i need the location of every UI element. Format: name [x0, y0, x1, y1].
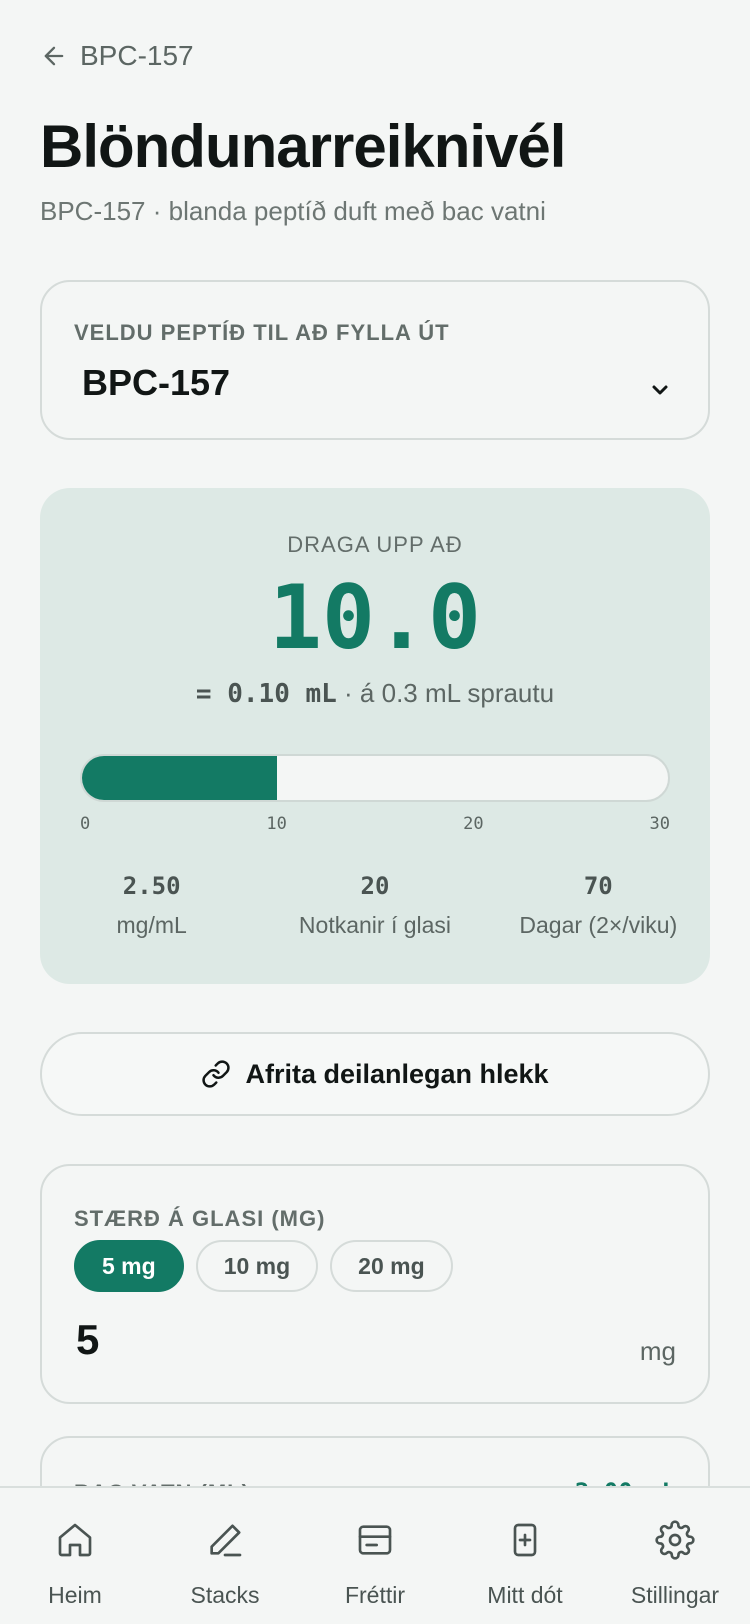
link-icon	[202, 1060, 231, 1088]
syringe-ticks: 0 10 20 30	[80, 814, 670, 838]
copy-share-link-button[interactable]: Afrita deilanlegan hlekk	[40, 1032, 710, 1116]
page-title: Blöndunarreiknivél	[40, 113, 566, 180]
stat-value: 2.50	[122, 872, 181, 900]
syringe-fill	[82, 756, 278, 800]
bottom-tab-bar: Heim Stacks Fréttir Mitt dót Stillingar	[0, 1486, 750, 1624]
result-card: DRAGA UPP AÐ 10.0 = 0.10 mL · á 0.3 mL s…	[40, 488, 710, 984]
stat-label: Notkanir í glasi	[298, 912, 452, 938]
vial-option-5mg[interactable]: 5 mg	[74, 1240, 184, 1292]
vial-option-10mg[interactable]: 10 mg	[195, 1240, 319, 1292]
gear-icon	[655, 1520, 695, 1560]
stat-value: 20	[360, 872, 390, 900]
pencil-icon	[210, 1524, 242, 1557]
stat-doses: 20 Notkanir í glasi	[263, 872, 486, 939]
stat-value: 70	[583, 872, 613, 900]
tab-news[interactable]: Fréttir	[300, 1488, 450, 1624]
vial-option-20mg[interactable]: 20 mg	[330, 1240, 453, 1292]
back-button[interactable]: BPC-157	[40, 40, 194, 72]
syringe-size-text: · á 0.3 mL sprautu	[344, 678, 555, 708]
arrow-left-icon	[44, 46, 64, 66]
vial-size-label: STÆRÐ Á GLASI (MG)	[74, 1206, 326, 1231]
tab-my-stuff[interactable]: Mitt dót	[450, 1488, 600, 1624]
tick-label: 30	[649, 814, 670, 834]
vial-size-input[interactable]: 5	[76, 1316, 99, 1364]
tab-settings[interactable]: Stillingar	[600, 1488, 750, 1624]
syringe-bar	[80, 754, 670, 802]
ml-line: = 0.10 mL · á 0.3 mL sprautu	[40, 678, 710, 709]
draw-units-value: 10.0	[269, 566, 481, 669]
tick-label: 0	[80, 814, 91, 834]
tab-label: Stacks	[190, 1582, 260, 1608]
vial-size-options: 5 mg 10 mg 20 mg	[74, 1240, 453, 1292]
tick-label: 20	[463, 814, 484, 834]
tab-label: Fréttir	[344, 1582, 406, 1608]
peptide-select[interactable]: VELDU PEPTÍÐ TIL AÐ FYLLA ÚT BPC-157	[40, 280, 710, 440]
copy-share-link-label: Afrita deilanlegan hlekk	[245, 1058, 549, 1089]
back-label: BPC-157	[80, 40, 194, 71]
stat-label: mg/mL	[116, 912, 187, 938]
tab-label: Heim	[48, 1582, 102, 1608]
draw-up-label: DRAGA UPP AÐ	[287, 532, 463, 557]
page-subtitle: BPC-157 · blanda peptíð duft með bac vat…	[40, 196, 546, 226]
stat-days: 70 Dagar (2×/viku)	[487, 872, 710, 939]
stat-concentration: 2.50 mg/mL	[40, 872, 263, 939]
home-icon	[58, 1523, 92, 1557]
peptide-select-value: BPC-157	[82, 362, 231, 403]
chevron-down-icon	[652, 385, 668, 395]
tab-label: Stillingar	[630, 1582, 720, 1608]
tab-label: Mitt dót	[487, 1582, 563, 1608]
tick-label: 10	[266, 814, 287, 834]
ml-value: = 0.10 mL	[195, 679, 337, 709]
vial-size-card: STÆRÐ Á GLASI (MG) 5 mg 10 mg 20 mg 5 mg	[40, 1164, 710, 1404]
tab-home[interactable]: Heim	[0, 1488, 150, 1624]
stats-row: 2.50 mg/mL 20 Notkanir í glasi 70 Dagar …	[40, 872, 710, 939]
tab-stacks[interactable]: Stacks	[150, 1488, 300, 1624]
news-icon	[358, 1525, 392, 1555]
stat-label: Dagar (2×/viku)	[519, 912, 678, 938]
vial-plus-icon	[513, 1523, 537, 1557]
peptide-select-label: VELDU PEPTÍÐ TIL AÐ FYLLA ÚT	[74, 320, 450, 345]
vial-size-unit: mg	[639, 1336, 676, 1366]
